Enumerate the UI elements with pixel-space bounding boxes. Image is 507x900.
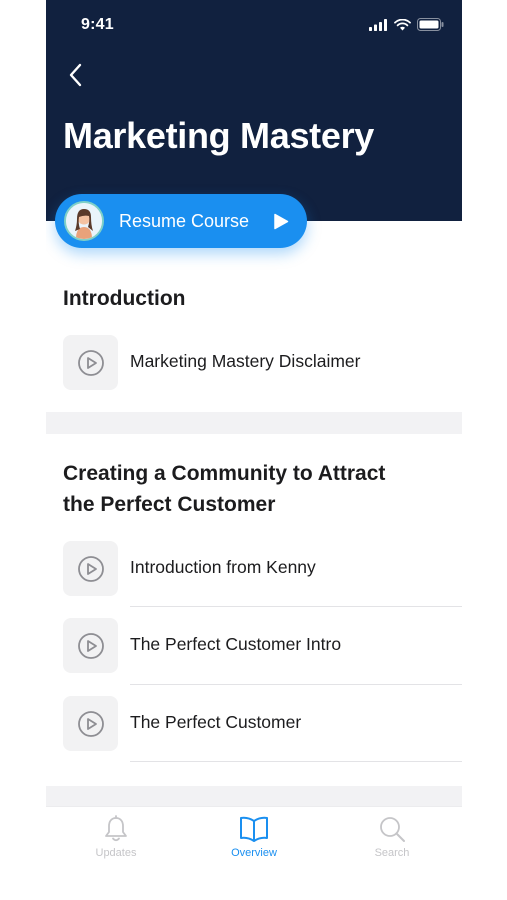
- section-separator: [46, 786, 462, 808]
- lesson-title: Marketing Mastery Disclaimer: [130, 351, 361, 371]
- tab-overview[interactable]: Overview: [204, 815, 304, 871]
- lesson-item[interactable]: The Perfect Customer Intro: [46, 618, 462, 678]
- divider: [130, 761, 462, 762]
- section-title-community: Creating a Community to Attract the Perf…: [63, 458, 385, 520]
- section-title-line: Creating a Community to Attract: [63, 462, 386, 485]
- lesson-title: The Perfect Customer: [130, 712, 302, 732]
- section-title-introduction: Introduction: [63, 287, 186, 310]
- instructor-avatar-icon: [66, 203, 102, 239]
- play-circle-icon: [77, 710, 104, 737]
- page-title: Marketing Mastery: [63, 115, 375, 156]
- lesson-thumbnail: [63, 618, 118, 673]
- lesson-item[interactable]: The Perfect Customer: [46, 696, 462, 756]
- tab-label: Search: [374, 847, 410, 859]
- status-time: 9:41: [81, 16, 114, 33]
- play-circle-icon: [77, 349, 104, 376]
- search-icon: [380, 817, 405, 842]
- lesson-title: Introduction from Kenny: [130, 557, 316, 577]
- section-separator: [46, 412, 462, 434]
- tab-label: Updates: [95, 847, 137, 859]
- divider: [130, 606, 462, 607]
- course-header: 9:41 Marketing Mastery: [46, 0, 462, 221]
- tab-updates[interactable]: Updates: [66, 815, 166, 871]
- divider: [130, 684, 462, 685]
- tab-label: Overview: [231, 847, 277, 859]
- lesson-item[interactable]: Marketing Mastery Disclaimer: [46, 335, 462, 395]
- section-title-line: the Perfect Customer: [63, 493, 276, 516]
- tab-bar: Updates Overview Search: [46, 806, 462, 900]
- book-icon: [240, 816, 268, 842]
- lesson-title: The Perfect Customer Intro: [130, 634, 342, 654]
- lesson-thumbnail: [63, 541, 118, 596]
- signal-icon: [369, 18, 387, 31]
- status-icons: [369, 18, 444, 31]
- resume-course-button[interactable]: Resume Course: [55, 194, 307, 248]
- avatar: [64, 201, 104, 241]
- app-screen: 9:41 Marketing Mastery Resume Course Int…: [46, 0, 462, 900]
- play-circle-icon: [77, 632, 104, 659]
- bell-icon: [105, 815, 127, 842]
- lesson-item[interactable]: Introduction from Kenny: [46, 541, 462, 601]
- wifi-icon: [394, 18, 411, 30]
- play-circle-icon: [77, 555, 104, 582]
- lesson-thumbnail: [63, 696, 118, 751]
- play-icon: [274, 213, 289, 230]
- lesson-thumbnail: [63, 335, 118, 390]
- tab-search[interactable]: Search: [342, 815, 442, 871]
- chevron-left-icon: [69, 63, 82, 87]
- battery-icon: [417, 18, 444, 31]
- back-button[interactable]: [60, 60, 90, 90]
- resume-course-label: Resume Course: [119, 210, 250, 231]
